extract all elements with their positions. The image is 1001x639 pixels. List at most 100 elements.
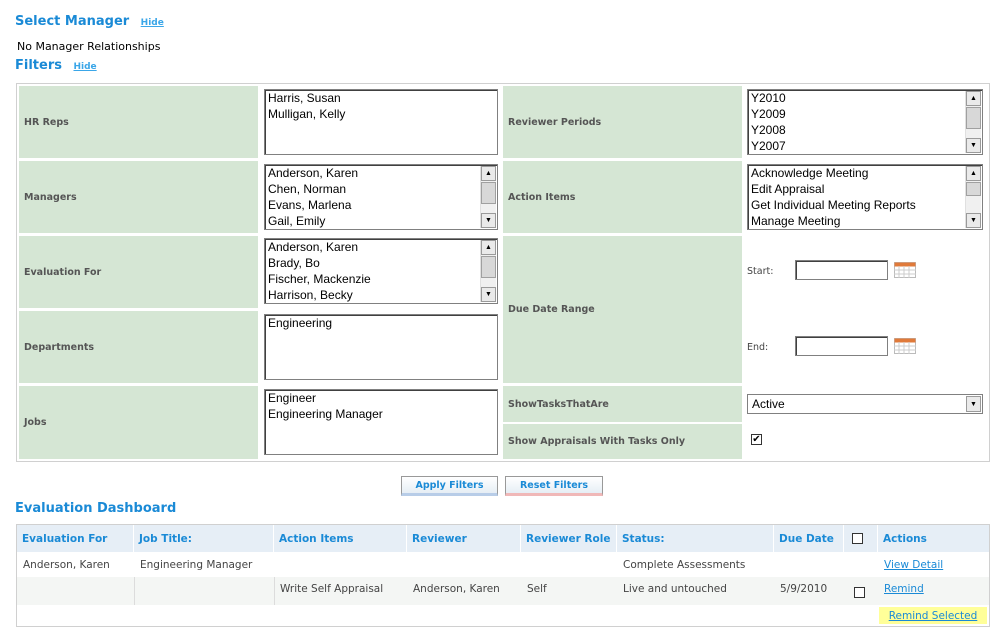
calendar-icon[interactable] — [894, 262, 916, 278]
end-date-input[interactable] — [795, 336, 888, 356]
scroll-up-icon[interactable]: ▲ — [481, 166, 496, 181]
col-due-date[interactable]: Due Date — [774, 525, 844, 552]
department-option[interactable]: Engineering — [265, 315, 497, 331]
reviewer-periods-scrollbar[interactable]: ▲ ▼ — [965, 91, 981, 153]
evaluation-for-option[interactable]: Harrison, Becky — [265, 287, 497, 303]
hr-reps-listbox[interactable]: Harris, Susan Mulligan, Kelly — [264, 89, 498, 155]
show-tasks-cell: Active ▼ — [744, 386, 987, 422]
action-item-option[interactable]: Get Individual Meeting Reports — [748, 197, 982, 213]
chevron-down-icon[interactable]: ▼ — [966, 396, 981, 412]
jobs-cell: Engineer Engineering Manager — [260, 386, 501, 459]
managers-listbox[interactable]: Anderson, Karen Chen, Norman Evans, Marl… — [264, 164, 498, 230]
filters-header: Filters Hide — [15, 58, 97, 73]
col-job-title[interactable]: Job Title: — [134, 525, 274, 552]
start-date-label: Start: — [747, 266, 774, 277]
evaluation-for-listbox[interactable]: Anderson, Karen Brady, Bo Fischer, Macke… — [264, 238, 498, 304]
scroll-up-icon[interactable]: ▲ — [966, 166, 981, 181]
action-item-option[interactable]: Edit Appraisal — [748, 181, 982, 197]
managers-scrollbar[interactable]: ▲ ▼ — [480, 166, 496, 228]
col-action-items[interactable]: Action Items — [274, 525, 407, 552]
evaluation-for-label: Evaluation For — [19, 236, 258, 308]
due-date-range-cell: Start: End: — [744, 236, 987, 383]
end-date-label: End: — [747, 342, 769, 353]
action-item-option[interactable]: Acknowledge Meeting — [748, 165, 982, 181]
reviewer-period-option[interactable]: Y2007 — [748, 138, 982, 154]
show-tasks-select[interactable]: Active ▼ — [747, 394, 983, 414]
action-items-scrollbar[interactable]: ▲ ▼ — [965, 166, 981, 228]
filters-panel: HR Reps Harris, Susan Mulligan, Kelly Re… — [16, 83, 990, 462]
row2-reviewer-role: Self — [527, 583, 547, 595]
evaluation-for-option[interactable]: Fischer, Mackenzie — [265, 271, 497, 287]
manager-option[interactable]: Gail, Emily — [265, 213, 497, 229]
scroll-down-icon[interactable]: ▼ — [966, 213, 981, 228]
hr-reps-option[interactable]: Mulligan, Kelly — [265, 106, 497, 122]
reviewer-period-option[interactable]: Y2009 — [748, 106, 982, 122]
select-manager-header: Select Manager Hide — [15, 14, 164, 29]
scroll-down-icon[interactable]: ▼ — [481, 213, 496, 228]
hr-reps-cell: Harris, Susan Mulligan, Kelly — [260, 86, 501, 158]
scroll-down-icon[interactable]: ▼ — [481, 287, 496, 302]
managers-cell: Anderson, Karen Chen, Norman Evans, Marl… — [260, 161, 501, 233]
scroll-up-icon[interactable]: ▲ — [481, 240, 496, 255]
manager-option[interactable]: Chen, Norman — [265, 181, 497, 197]
select-manager-title: Select Manager — [15, 14, 130, 29]
col-reviewer[interactable]: Reviewer — [407, 525, 521, 552]
show-appraisals-cell: ✔ — [744, 424, 987, 459]
action-item-option[interactable]: Manage Meeting — [748, 213, 982, 229]
scroll-thumb[interactable] — [481, 256, 496, 278]
evaluation-for-option[interactable]: Brady, Bo — [265, 255, 497, 271]
jobs-listbox[interactable]: Engineer Engineering Manager — [264, 389, 498, 455]
reset-filters-button[interactable]: Reset Filters — [505, 476, 603, 496]
scroll-down-icon[interactable]: ▼ — [966, 138, 981, 153]
action-items-listbox[interactable]: Acknowledge Meeting Edit Appraisal Get I… — [747, 164, 983, 230]
evaluation-dashboard-table: Evaluation For Job Title: Action Items R… — [16, 524, 990, 627]
evaluation-for-cell: Anderson, Karen Brady, Bo Fischer, Macke… — [260, 236, 501, 308]
scroll-thumb[interactable] — [966, 107, 981, 129]
action-items-label: Action Items — [503, 161, 742, 233]
manager-option[interactable]: Anderson, Karen — [265, 165, 497, 181]
col-actions: Actions — [878, 525, 989, 552]
row2-status: Live and untouched — [623, 583, 727, 595]
hr-reps-option[interactable]: Harris, Susan — [265, 90, 497, 106]
scroll-thumb[interactable] — [966, 182, 981, 196]
reviewer-periods-label: Reviewer Periods — [503, 86, 742, 158]
col-evaluation-for[interactable]: Evaluation For — [17, 525, 134, 552]
scroll-thumb[interactable] — [481, 182, 496, 204]
filters-title: Filters — [15, 58, 62, 73]
reviewer-periods-cell: Y2010 Y2009 Y2008 Y2007 ▲ ▼ — [744, 86, 987, 158]
manager-option[interactable]: Evans, Marlena — [265, 197, 497, 213]
due-date-range-label: Due Date Range — [503, 236, 742, 383]
remind-selected-link[interactable]: Remind Selected — [879, 607, 987, 624]
filters-hide-link[interactable]: Hide — [73, 62, 96, 72]
apply-filters-button[interactable]: Apply Filters — [401, 476, 498, 496]
scroll-up-icon[interactable]: ▲ — [966, 91, 981, 106]
row-divider — [134, 577, 135, 605]
job-option[interactable]: Engineering Manager — [265, 406, 497, 422]
view-detail-link[interactable]: View Detail — [878, 553, 989, 577]
departments-label: Departments — [19, 311, 258, 383]
remind-link[interactable]: Remind — [878, 577, 989, 601]
select-manager-hide-link[interactable]: Hide — [141, 18, 164, 28]
select-all-checkbox[interactable] — [852, 533, 863, 544]
col-reviewer-role[interactable]: Reviewer Role — [521, 525, 617, 552]
reviewer-periods-listbox[interactable]: Y2010 Y2009 Y2008 Y2007 ▲ ▼ — [747, 89, 983, 155]
evaluation-for-scrollbar[interactable]: ▲ ▼ — [480, 240, 496, 302]
evaluation-for-option[interactable]: Anderson, Karen — [265, 239, 497, 255]
row1-status: Complete Assessments — [623, 559, 746, 571]
jobs-label: Jobs — [19, 386, 258, 459]
dashboard-title: Evaluation Dashboard — [15, 501, 177, 516]
reviewer-period-option[interactable]: Y2010 — [748, 90, 982, 106]
reviewer-period-option[interactable]: Y2008 — [748, 122, 982, 138]
row1-evaluation-for: Anderson, Karen — [23, 559, 110, 571]
departments-listbox[interactable]: Engineering — [264, 314, 498, 380]
col-select — [844, 525, 878, 552]
row2-reviewer: Anderson, Karen — [413, 583, 500, 595]
show-appraisals-checkbox[interactable]: ✔ — [751, 434, 762, 445]
job-option[interactable]: Engineer — [265, 390, 497, 406]
start-date-input[interactable] — [795, 260, 888, 280]
row2-select-checkbox[interactable] — [854, 587, 865, 598]
col-status[interactable]: Status: — [617, 525, 774, 552]
action-items-cell: Acknowledge Meeting Edit Appraisal Get I… — [744, 161, 987, 233]
show-tasks-selected: Active — [752, 397, 785, 411]
calendar-icon[interactable] — [894, 338, 916, 354]
